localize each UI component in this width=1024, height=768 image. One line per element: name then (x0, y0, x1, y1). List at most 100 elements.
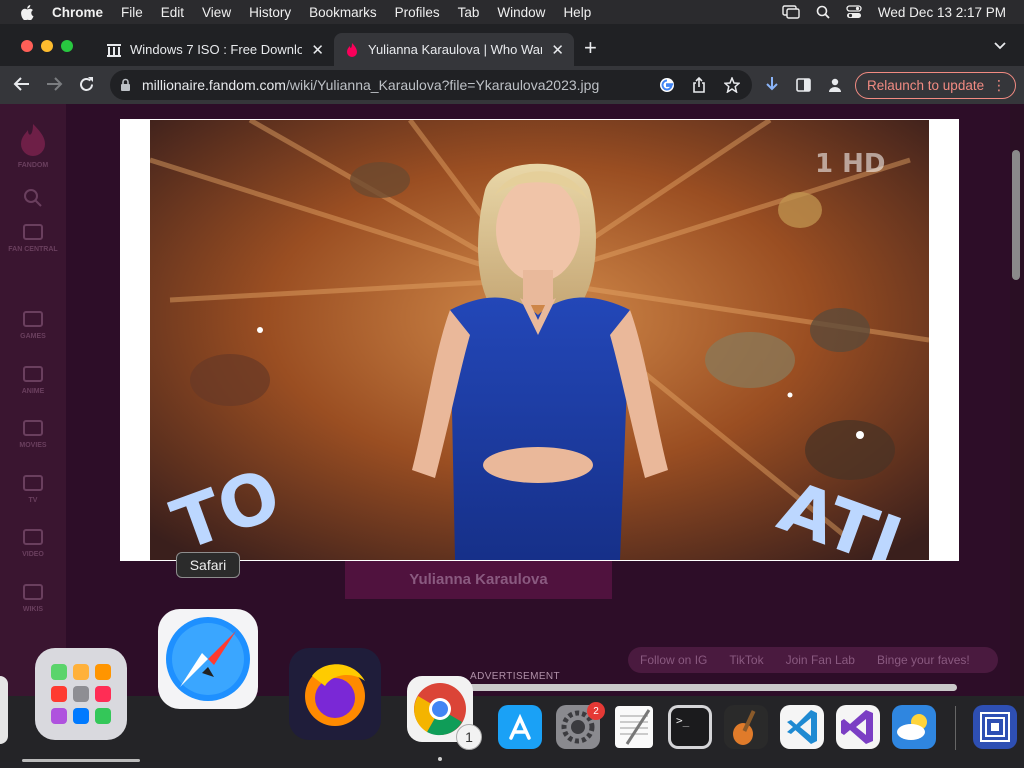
rail-games[interactable]: GAMES (0, 311, 66, 340)
screen-icon[interactable] (972, 704, 1018, 755)
relaunch-to-update-button[interactable]: Relaunch to update ⋮ (855, 72, 1016, 99)
tab-yulianna-karaulova[interactable]: Yulianna Karaulova | Who Want ✕ (334, 33, 574, 66)
dock-tooltip: Safari (176, 552, 240, 578)
advertisement-label: ADVERTISEMENT (470, 671, 561, 682)
share-icon[interactable] (692, 76, 706, 93)
forward-arrow-icon[interactable] (45, 76, 63, 92)
social-follow-ig[interactable]: Follow on IG (640, 653, 707, 667)
rail-video[interactable]: VIDEO (0, 529, 66, 558)
rail-label: ANIME (21, 388, 45, 395)
menubar-clock[interactable]: Wed Dec 13 2:17 PM (878, 5, 1006, 20)
google-lens-icon[interactable] (659, 77, 675, 93)
more-options-icon[interactable]: ⋮ (992, 77, 1006, 94)
chevron-down-icon[interactable] (994, 42, 1006, 50)
apple-icon[interactable] (20, 4, 34, 20)
rail-fandom[interactable]: FANDOM (0, 122, 66, 169)
window-close-button[interactable] (21, 40, 33, 52)
url-text[interactable]: millionaire.fandom.com/wiki/Yulianna_Kar… (142, 77, 599, 93)
close-icon[interactable]: ✕ (311, 41, 324, 59)
menu-help[interactable]: Help (563, 5, 591, 20)
tab-title: Windows 7 ISO : Free Downloa (130, 42, 303, 57)
rail-search[interactable] (0, 188, 66, 208)
visual-studio-icon[interactable] (835, 704, 881, 755)
url-domain: millionaire.fandom.com (142, 77, 286, 93)
dock-separator (955, 706, 956, 750)
dock-hover-indicator (22, 759, 140, 762)
channel-watermark: 1 HD (815, 149, 885, 179)
rail-label: GAMES (20, 333, 46, 340)
svg-text:>_: >_ (676, 714, 690, 727)
spotlight-search-icon[interactable] (816, 5, 830, 19)
chrome-window-count-badge: 1 (456, 724, 482, 750)
settings-notification-badge: 2 (587, 702, 605, 720)
menu-view[interactable]: View (202, 5, 231, 20)
anime-icon (23, 366, 43, 382)
social-binge[interactable]: Binge your faves! (877, 653, 970, 667)
menu-edit[interactable]: Edit (161, 5, 184, 20)
wikis-icon (23, 584, 43, 600)
rail-tv[interactable]: TV (0, 475, 66, 504)
new-tab-button[interactable]: + (584, 37, 597, 59)
window-zoom-button[interactable] (61, 40, 73, 52)
menu-file[interactable]: File (121, 5, 143, 20)
rail-movies[interactable]: MOVIES (0, 420, 66, 449)
rail-label: WIKIS (22, 606, 44, 613)
horizontal-scrollbar[interactable] (462, 684, 957, 691)
textedit-icon[interactable] (611, 704, 657, 755)
games-icon (23, 311, 43, 327)
rail-label: FAN CENTRAL (8, 246, 58, 253)
menu-profiles[interactable]: Profiles (395, 5, 440, 20)
fandom-flame-icon (21, 124, 45, 156)
lock-icon[interactable] (120, 78, 131, 92)
side-panel-icon[interactable] (796, 78, 811, 92)
photo-presenter-in-blue-dress: TO ATI 1 HD (150, 120, 929, 560)
menu-bar: Chrome File Edit View History Bookmarks … (0, 0, 1024, 24)
lightbox-image[interactable]: TO ATI 1 HD (150, 120, 929, 560)
archive-icon (107, 43, 121, 57)
garageband-icon[interactable] (723, 704, 769, 755)
profile-avatar-icon[interactable] (827, 77, 843, 93)
menu-bookmarks[interactable]: Bookmarks (309, 5, 377, 20)
rail-label: VIDEO (22, 551, 44, 558)
menu-tab[interactable]: Tab (458, 5, 480, 20)
dock-partial-app-icon[interactable] (0, 676, 8, 744)
vscode-icon[interactable] (779, 704, 825, 755)
window-minimize-button[interactable] (41, 40, 53, 52)
reload-icon[interactable] (78, 76, 95, 93)
bookmark-star-icon[interactable] (724, 77, 740, 93)
rail-label: MOVIES (19, 442, 47, 449)
tab-title: Yulianna Karaulova | Who Want (368, 42, 543, 57)
back-arrow-icon[interactable] (13, 76, 31, 92)
menu-window[interactable]: Window (497, 5, 545, 20)
relaunch-label: Relaunch to update (867, 78, 985, 93)
rail-anime[interactable]: ANIME (0, 366, 66, 395)
menu-app-name[interactable]: Chrome (52, 5, 103, 20)
url-path: /wiki/Yulianna_Karaulova?file=Ykaraulova… (285, 77, 600, 93)
social-tiktok[interactable]: TikTok (729, 653, 763, 667)
close-icon[interactable]: ✕ (551, 41, 564, 59)
app-store-icon[interactable] (497, 704, 543, 755)
fan-central-icon (23, 224, 43, 240)
tv-icon (23, 475, 43, 491)
fandom-icon (347, 42, 357, 57)
movies-icon (23, 420, 43, 436)
launchpad-icon[interactable] (33, 646, 129, 747)
safari-icon[interactable] (156, 607, 260, 716)
rail-label: TV (28, 497, 38, 504)
weather-icon[interactable] (891, 704, 937, 755)
social-bar: Follow on IG TikTok Join Fan Lab Binge y… (628, 647, 998, 673)
terminal-icon[interactable]: >_ (667, 704, 713, 755)
tab-windows-7-iso[interactable]: Windows 7 ISO : Free Downloa ✕ (96, 33, 334, 66)
chrome-running-indicator (438, 757, 442, 761)
fandom-global-nav: FANDOM FAN CENTRAL GAMES ANIME MOVIES TV… (0, 104, 66, 696)
rail-label: FANDOM (17, 162, 49, 169)
rail-wikis[interactable]: WIKIS (0, 584, 66, 613)
screen-mirroring-icon[interactable] (782, 5, 800, 19)
vertical-scrollbar[interactable] (1012, 150, 1020, 280)
social-fan-lab[interactable]: Join Fan Lab (786, 653, 855, 667)
firefox-icon[interactable] (287, 646, 383, 747)
rail-fan-central[interactable]: FAN CENTRAL (0, 224, 66, 253)
control-center-icon[interactable] (846, 5, 862, 19)
download-icon[interactable] (765, 76, 779, 93)
menu-history[interactable]: History (249, 5, 291, 20)
